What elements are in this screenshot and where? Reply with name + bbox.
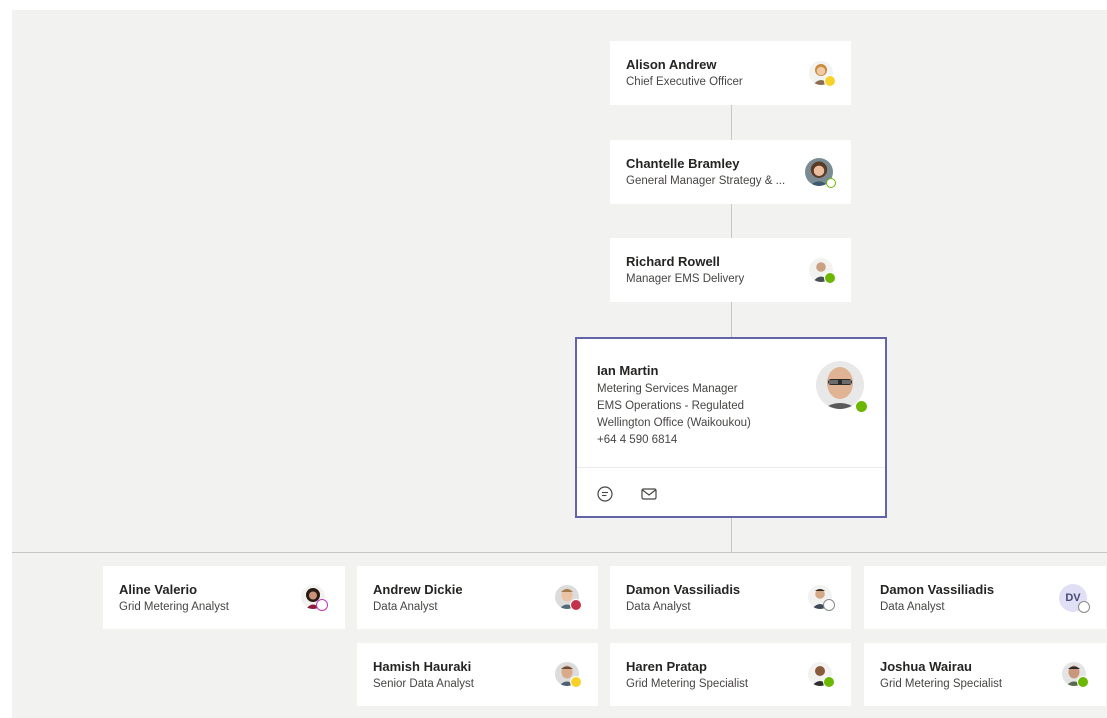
org-card-report[interactable]: Haren Pratap Grid Metering Specialist <box>610 643 851 706</box>
presence-offline-icon <box>1078 601 1090 613</box>
avatar <box>808 585 835 611</box>
org-card-report[interactable]: Andrew Dickie Data Analyst <box>357 566 598 629</box>
avatar <box>1062 662 1089 688</box>
person-name: Joshua Wairau <box>880 659 972 674</box>
person-title: Manager EMS Delivery <box>626 273 745 285</box>
avatar <box>555 662 582 688</box>
person-title: Chief Executive Officer <box>626 76 743 88</box>
reports-divider-line <box>12 552 1107 553</box>
chat-icon[interactable] <box>596 485 614 503</box>
org-card-manager-1[interactable]: Alison Andrew Chief Executive Officer <box>610 41 851 105</box>
org-card-report[interactable]: Joshua Wairau Grid Metering Specialist <box>864 643 1106 706</box>
mail-icon[interactable] <box>640 485 658 503</box>
person-name: Chantelle Bramley <box>626 156 740 171</box>
person-name: Haren Pratap <box>626 659 707 674</box>
presence-available-icon <box>823 676 835 688</box>
org-card-report[interactable]: Hamish Hauraki Senior Data Analyst <box>357 643 598 706</box>
avatar <box>808 662 835 688</box>
presence-away-icon <box>824 75 836 87</box>
person-title: Grid Metering Specialist <box>880 678 1003 690</box>
person-title: Grid Metering Analyst <box>119 601 229 613</box>
person-title: Data Analyst <box>373 601 438 613</box>
person-phone[interactable]: +64 4 590 6814 <box>597 434 677 446</box>
avatar <box>555 585 582 611</box>
presence-available-icon <box>1077 676 1089 688</box>
presence-available-icon <box>826 178 836 188</box>
person-title: General Manager Strategy & ... <box>626 175 786 187</box>
avatar <box>805 158 836 188</box>
presence-available-icon <box>855 400 868 413</box>
person-name: Ian Martin <box>597 363 659 378</box>
avatar <box>809 258 836 284</box>
presence-available-icon <box>824 272 836 284</box>
person-title: Grid Metering Specialist <box>626 678 749 690</box>
org-card-manager-2[interactable]: Chantelle Bramley General Manager Strate… <box>610 140 851 204</box>
person-title: Senior Data Analyst <box>373 678 475 690</box>
person-name: Damon Vassiliadis <box>880 582 995 597</box>
avatar <box>816 359 868 413</box>
avatar <box>301 585 328 611</box>
connector-line <box>731 518 732 552</box>
org-card-report[interactable]: Damon Vassiliadis Data Analyst DV <box>864 566 1106 629</box>
org-card-report[interactable]: Damon Vassiliadis Data Analyst <box>610 566 851 629</box>
person-name: Alison Andrew <box>626 57 717 72</box>
person-name: Andrew Dickie <box>373 582 463 597</box>
person-name: Richard Rowell <box>626 254 720 269</box>
person-department: EMS Operations - Regulated <box>597 400 745 412</box>
person-name: Damon Vassiliadis <box>626 582 741 597</box>
presence-out-of-office-icon <box>316 599 328 611</box>
connector-line <box>731 204 732 238</box>
person-title: Data Analyst <box>626 601 691 613</box>
presence-away-icon <box>570 676 582 688</box>
avatar <box>809 61 836 87</box>
connector-line <box>731 302 732 337</box>
person-office: Wellington Office (Waikoukou) <box>597 417 751 429</box>
presence-busy-icon <box>570 599 582 611</box>
person-name: Hamish Hauraki <box>373 659 472 674</box>
person-title: Metering Services Manager <box>597 383 738 395</box>
org-card-manager-3[interactable]: Richard Rowell Manager EMS Delivery <box>610 238 851 302</box>
connector-line <box>731 105 732 140</box>
presence-offline-icon <box>823 599 835 611</box>
org-card-report[interactable]: Aline Valerio Grid Metering Analyst <box>103 566 345 629</box>
card-divider <box>577 467 885 468</box>
person-name: Aline Valerio <box>119 582 198 597</box>
person-title: Data Analyst <box>880 601 945 613</box>
selected-person-card[interactable]: Ian Martin Metering Services Manager EMS… <box>575 337 887 518</box>
